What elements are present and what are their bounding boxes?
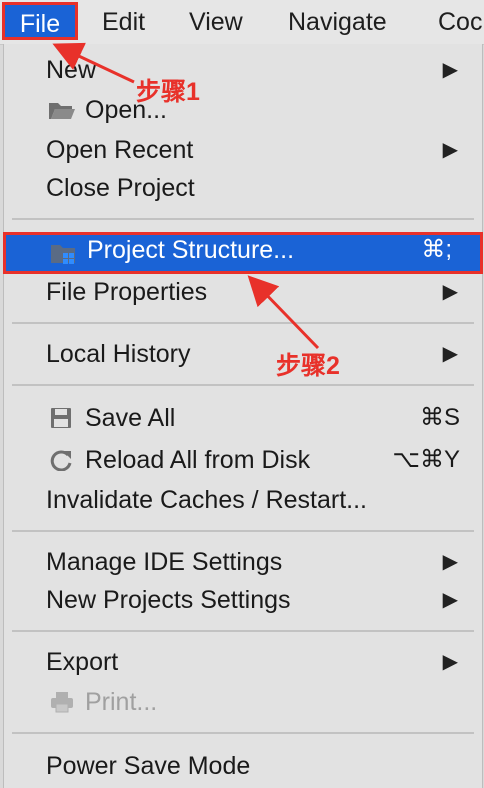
menu-file[interactable]: File [2,2,78,40]
menu-item-label: Reload All from Disk [85,446,311,474]
submenu-arrow-icon: ▶ [442,589,458,611]
menu-item-label: Invalidate Caches / Restart... [46,486,367,514]
menu-item-save-all[interactable]: Save All ⌘S [4,400,482,436]
submenu-arrow-icon: ▶ [442,551,458,573]
menu-edit[interactable]: Edit [102,0,145,44]
menu-item-label: Print... [85,688,158,716]
menu-item-file-properties[interactable]: File Properties ▶ [4,274,482,310]
refresh-icon [48,449,76,472]
menu-view[interactable]: View [189,0,243,44]
menu-separator [12,530,474,532]
menu-navigate[interactable]: Navigate [288,0,387,44]
menu-item-manage-ide-settings[interactable]: Manage IDE Settings ▶ [4,544,482,580]
menu-item-reload-all[interactable]: Reload All from Disk ⌥⌘Y [4,442,482,478]
menu-item-new[interactable]: New ▶ [4,52,482,88]
menu-item-power-save-mode[interactable]: Power Save Mode [4,748,482,784]
menu-separator [12,732,474,734]
menu-item-label: Project Structure... [87,236,295,264]
menu-item-print: Print... [4,684,482,720]
menu-item-project-structure[interactable]: Project Structure... ⌘; [3,232,483,274]
menu-separator [12,218,474,220]
submenu-arrow-icon: ▶ [442,59,458,81]
step2-annotation: 步骤2 [276,352,340,380]
menu-item-open-recent[interactable]: Open Recent ▶ [4,132,482,168]
menu-item-close-project[interactable]: Close Project [4,170,482,206]
menu-item-export[interactable]: Export ▶ [4,644,482,680]
menu-bar: File Edit View Navigate Coc [0,0,484,45]
folder-open-icon [48,99,76,121]
menu-item-label: Power Save Mode [46,752,251,780]
file-menu-dropdown: New ▶ Open... Open Recent ▶ Close Projec… [3,44,483,788]
step1-annotation: 步骤1 [136,78,200,106]
submenu-arrow-icon: ▶ [442,343,458,365]
printer-icon [48,691,76,713]
menu-item-local-history[interactable]: Local History ▶ [4,336,482,372]
menu-item-open[interactable]: Open... [4,92,482,128]
shortcut-label: ⌘S [419,404,460,431]
menu-item-label: New Projects Settings [46,586,291,614]
save-icon [48,407,76,429]
submenu-arrow-icon: ▶ [442,139,458,161]
menu-item-label: Local History [46,340,191,368]
menu-item-invalidate-caches[interactable]: Invalidate Caches / Restart... [4,482,482,518]
menu-separator [12,630,474,632]
menu-code[interactable]: Coc [438,0,482,44]
menu-item-label: Export [46,648,119,676]
project-structure-icon [50,242,78,264]
menu-item-label: File Properties [46,278,208,306]
menu-item-label: Save All [85,404,176,432]
shortcut-label: ⌥⌘Y [392,446,460,473]
menu-separator [12,384,474,386]
menu-item-label: Open Recent [46,136,194,164]
menu-item-new-projects-settings[interactable]: New Projects Settings ▶ [4,582,482,618]
submenu-arrow-icon: ▶ [442,651,458,673]
menu-item-label: Close Project [46,174,195,202]
submenu-arrow-icon: ▶ [442,281,458,303]
menu-item-label: New [46,56,97,84]
shortcut-label: ⌘; [421,236,452,263]
menu-item-label: Manage IDE Settings [46,548,283,576]
menu-separator [12,322,474,324]
